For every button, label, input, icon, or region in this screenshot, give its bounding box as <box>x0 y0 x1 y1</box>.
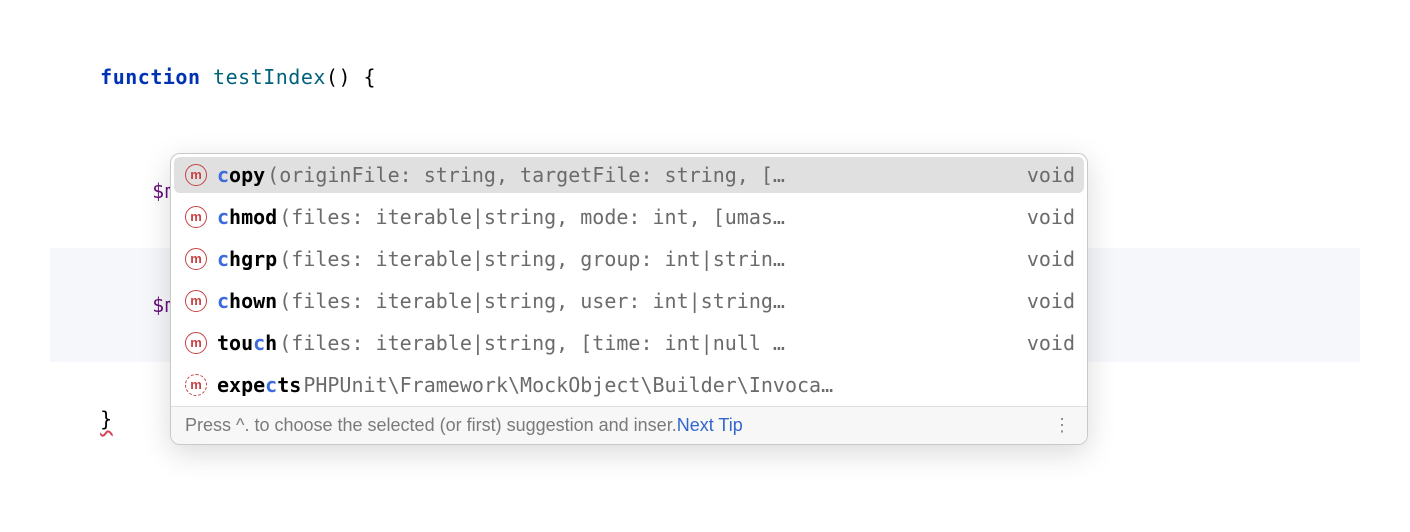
autocomplete-popup[interactable]: mcopy(originFile: string, targetFile: st… <box>170 153 1088 445</box>
completion-signature: (files: iterable|string, user: int|strin… <box>279 286 1009 316</box>
completion-signature: (files: iterable|string, group: int|stri… <box>279 244 1009 274</box>
next-tip-link[interactable]: Next Tip <box>677 415 743 436</box>
completion-return-type: void <box>1009 328 1075 358</box>
completion-signature: PHPUnit\Framework\MockObject\Builder\Inv… <box>303 370 1075 400</box>
more-options-icon[interactable]: ⋮ <box>1053 415 1073 436</box>
autocomplete-item[interactable]: m expects PHPUnit\Framework\MockObject\Bu… <box>171 364 1087 406</box>
autocomplete-item[interactable]: mchmod(files: iterable|string, mode: int… <box>171 196 1087 238</box>
autocomplete-item[interactable]: mtouch(files: iterable|string, [time: in… <box>171 322 1087 364</box>
completion-name: expects <box>217 370 301 400</box>
completion-return-type: void <box>1009 244 1075 274</box>
completion-return-type: void <box>1009 286 1075 316</box>
footer-hint-text: Press ^. to choose the selected (or firs… <box>185 415 677 436</box>
autocomplete-item[interactable]: mchgrp(files: iterable|string, group: in… <box>171 238 1087 280</box>
completion-signature: (files: iterable|string, mode: int, [uma… <box>279 202 1009 232</box>
autocomplete-list: mcopy(originFile: string, targetFile: st… <box>171 157 1087 406</box>
method-icon: m <box>185 374 207 396</box>
completion-name: chmod <box>217 202 277 232</box>
function-name: testIndex <box>213 65 326 89</box>
method-icon: m <box>185 164 207 186</box>
completion-name: chown <box>217 286 277 316</box>
completion-name: copy <box>217 160 265 190</box>
fn-parens: () <box>326 65 351 89</box>
completion-return-type: void <box>1009 160 1075 190</box>
keyword-function: function <box>100 65 200 89</box>
code-line-1[interactable]: function testIndex() { <box>50 20 1360 134</box>
completion-name: chgrp <box>217 244 277 274</box>
autocomplete-item[interactable]: mcopy(originFile: string, targetFile: st… <box>174 157 1084 193</box>
completion-signature: (files: iterable|string, [time: int|null… <box>279 328 1009 358</box>
method-icon: m <box>185 290 207 312</box>
method-icon: m <box>185 206 207 228</box>
completion-name: touch <box>217 328 277 358</box>
completion-signature: (originFile: string, targetFile: string,… <box>267 160 1009 190</box>
method-icon: m <box>185 332 207 354</box>
method-icon: m <box>185 248 207 270</box>
close-brace: } <box>100 407 113 431</box>
autocomplete-item[interactable]: mchown(files: iterable|string, user: int… <box>171 280 1087 322</box>
open-brace: { <box>351 65 376 89</box>
completion-return-type: void <box>1009 202 1075 232</box>
autocomplete-footer: Press ^. to choose the selected (or firs… <box>171 406 1087 444</box>
